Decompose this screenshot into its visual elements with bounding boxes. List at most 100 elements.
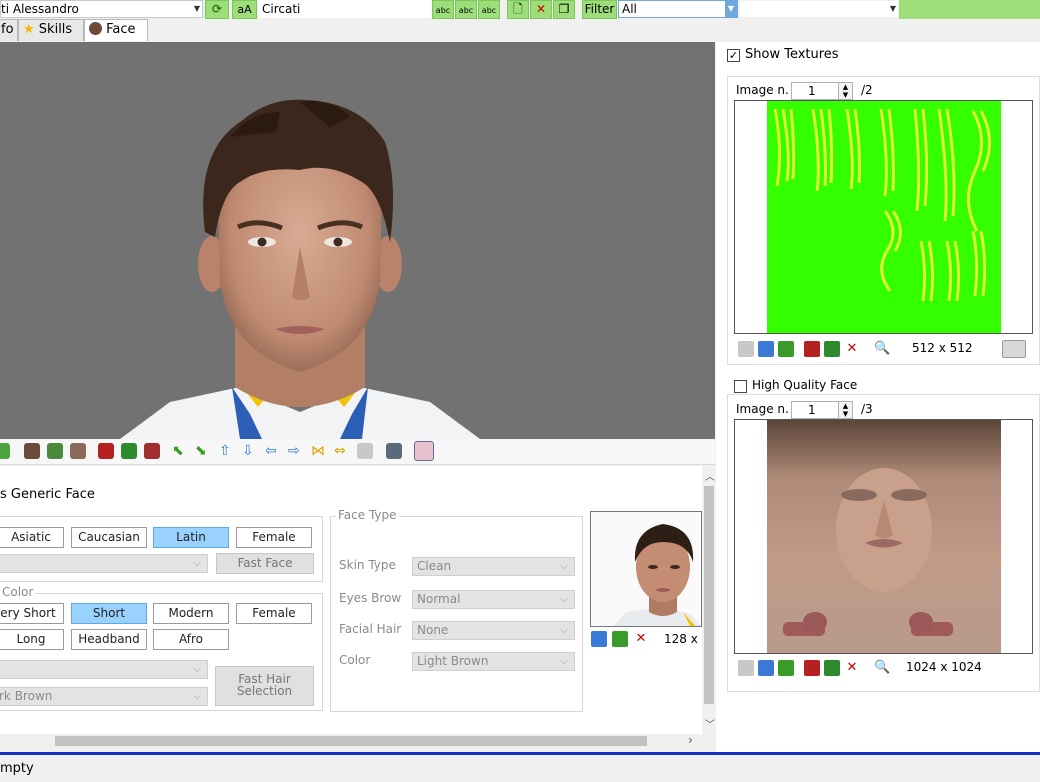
export-alpha-icon[interactable] (824, 341, 840, 357)
texture-image-spinner[interactable]: 1 ▲ ▼ (791, 82, 853, 100)
delete-icon[interactable]: ✕ (844, 341, 860, 357)
player-face-render (120, 99, 480, 439)
zoom-icon[interactable]: 🔍 (874, 341, 890, 357)
female-face-button[interactable]: Female (236, 527, 312, 548)
hair-color-select[interactable]: rk Brown ⌵ (0, 687, 208, 706)
new-file-button[interactable]: 🗋 (507, 0, 529, 19)
refresh-button[interactable]: ⟳ (205, 0, 229, 19)
save-icon[interactable] (738, 341, 754, 357)
face-preview-icon[interactable] (414, 441, 434, 461)
load-icon[interactable] (758, 341, 774, 357)
hair-preset-select[interactable]: ⌵ (0, 660, 208, 679)
portrait-delete-icon[interactable]: ✕ (633, 631, 649, 647)
color-channels-icon[interactable] (1002, 340, 1026, 358)
hair-group-title: Color (0, 585, 36, 599)
hq-image-spinner[interactable]: 1 ▲ ▼ (791, 401, 853, 419)
head-green-icon[interactable] (47, 443, 63, 459)
export-icon[interactable] (778, 341, 794, 357)
abc-button-1[interactable]: abc (432, 0, 454, 19)
color-select[interactable]: Light Brown ⌵ (412, 652, 575, 671)
scroll-thumb[interactable] (704, 486, 714, 704)
spinner-arrows-icon[interactable]: ▲ ▼ (838, 83, 852, 99)
zoom-icon[interactable]: 🔍 (874, 660, 890, 676)
arrow-down-right-icon[interactable]: ⬊ (195, 443, 211, 459)
filter-select[interactable]: All ▼ (618, 0, 738, 18)
face-preset-select[interactable]: ⌵ (0, 554, 208, 573)
very-short-hair-button[interactable]: ery Short (0, 603, 64, 624)
arrow-left-icon[interactable]: ⇦ (265, 443, 281, 459)
camera-icon[interactable] (386, 443, 402, 459)
head-remove-icon[interactable] (70, 443, 86, 459)
font-case-label: aA (237, 3, 252, 16)
expand-icon[interactable]: ⇔ (334, 443, 350, 459)
save-icon[interactable] (357, 443, 373, 459)
asiatic-button[interactable]: Asiatic (0, 527, 64, 548)
export-icon[interactable] (778, 660, 794, 676)
delete-icon[interactable]: ✕ (844, 660, 860, 676)
latin-button[interactable]: Latin (153, 527, 229, 548)
green-panel (899, 0, 1040, 19)
shirt-remove-icon[interactable] (144, 443, 160, 459)
export-alpha-icon[interactable] (824, 660, 840, 676)
save-icon[interactable] (738, 660, 754, 676)
vertical-scrollbar[interactable]: ︿ ﹀ (702, 466, 716, 734)
import-alpha-icon[interactable] (804, 341, 820, 357)
refresh-icon[interactable] (0, 443, 10, 459)
arrow-right-icon[interactable]: ⇨ (288, 443, 304, 459)
player-select[interactable]: ti Alessandro ▼ (0, 0, 203, 18)
shirt-red-icon[interactable] (98, 443, 114, 459)
eyes-brow-select[interactable]: Normal ⌵ (412, 590, 575, 609)
hscroll-thumb[interactable] (55, 736, 647, 746)
tab-info[interactable]: fo (0, 19, 18, 41)
skin-type-select[interactable]: Clean ⌵ (412, 557, 575, 576)
scroll-up-icon[interactable]: ︿ (705, 468, 715, 483)
female-hair-button[interactable]: Female (236, 603, 312, 624)
long-hair-button[interactable]: Long (0, 629, 64, 650)
load-icon[interactable] (758, 660, 774, 676)
caucasian-button[interactable]: Caucasian (71, 527, 147, 548)
delete-file-button[interactable]: ✕ (530, 0, 552, 19)
font-case-button[interactable]: aA (232, 0, 257, 19)
head-red-icon[interactable] (24, 443, 40, 459)
arrow-up-icon[interactable]: ⇧ (219, 443, 235, 459)
horizontal-scrollbar[interactable]: › (0, 733, 702, 748)
face-texture-image (767, 420, 1001, 653)
status-text: mpty (0, 761, 34, 776)
headband-hair-button[interactable]: Headband (71, 629, 147, 650)
portrait-load-icon[interactable] (591, 631, 607, 647)
tab-face[interactable]: Face (84, 19, 148, 41)
facial-hair-select[interactable]: None ⌵ (412, 621, 575, 640)
texture-image-frame (734, 100, 1033, 334)
hq-face-size: 1024 x 1024 (906, 660, 982, 674)
show-textures-checkbox[interactable]: ✓ (727, 49, 740, 62)
show-textures-label: Show Textures (745, 47, 839, 62)
scroll-right-icon[interactable]: › (688, 733, 693, 747)
spinner-arrows-icon[interactable]: ▲ ▼ (838, 402, 852, 418)
scroll-down-icon[interactable]: ﹀ (705, 716, 715, 731)
chevron-down-icon: ⌵ (560, 594, 568, 605)
modern-hair-button[interactable]: Modern (153, 603, 229, 624)
copy-file-button[interactable]: ❐ (553, 0, 575, 19)
arrow-down-icon[interactable]: ⇩ (242, 443, 258, 459)
secondary-select[interactable]: ▼ (739, 0, 899, 18)
face-3d-viewport[interactable] (0, 42, 715, 439)
surname-input[interactable]: Circati (258, 0, 432, 18)
arrow-up-left-icon[interactable]: ⬉ (172, 443, 188, 459)
shrink-icon[interactable]: ⋈ (311, 443, 327, 459)
tab-skills[interactable]: ★ Skills (18, 19, 84, 41)
afro-hair-button[interactable]: Afro (153, 629, 229, 650)
filter-label: Filter (584, 2, 615, 16)
color-label: Color (339, 653, 371, 667)
face-type-group (330, 516, 583, 712)
facial-hair-label: Facial Hair (339, 622, 402, 636)
hq-image-label: Image n. (736, 402, 789, 416)
fast-hair-selection-button[interactable]: Fast Hair Selection (215, 666, 314, 706)
fast-face-button[interactable]: Fast Face (216, 553, 314, 574)
abc-button-2[interactable]: abc (455, 0, 477, 19)
portrait-export-icon[interactable] (612, 631, 628, 647)
import-alpha-icon[interactable] (804, 660, 820, 676)
abc-button-3[interactable]: abc (478, 0, 500, 19)
high-quality-face-checkbox[interactable] (734, 380, 747, 393)
short-hair-button[interactable]: Short (71, 603, 147, 624)
shirt-green-icon[interactable] (121, 443, 137, 459)
